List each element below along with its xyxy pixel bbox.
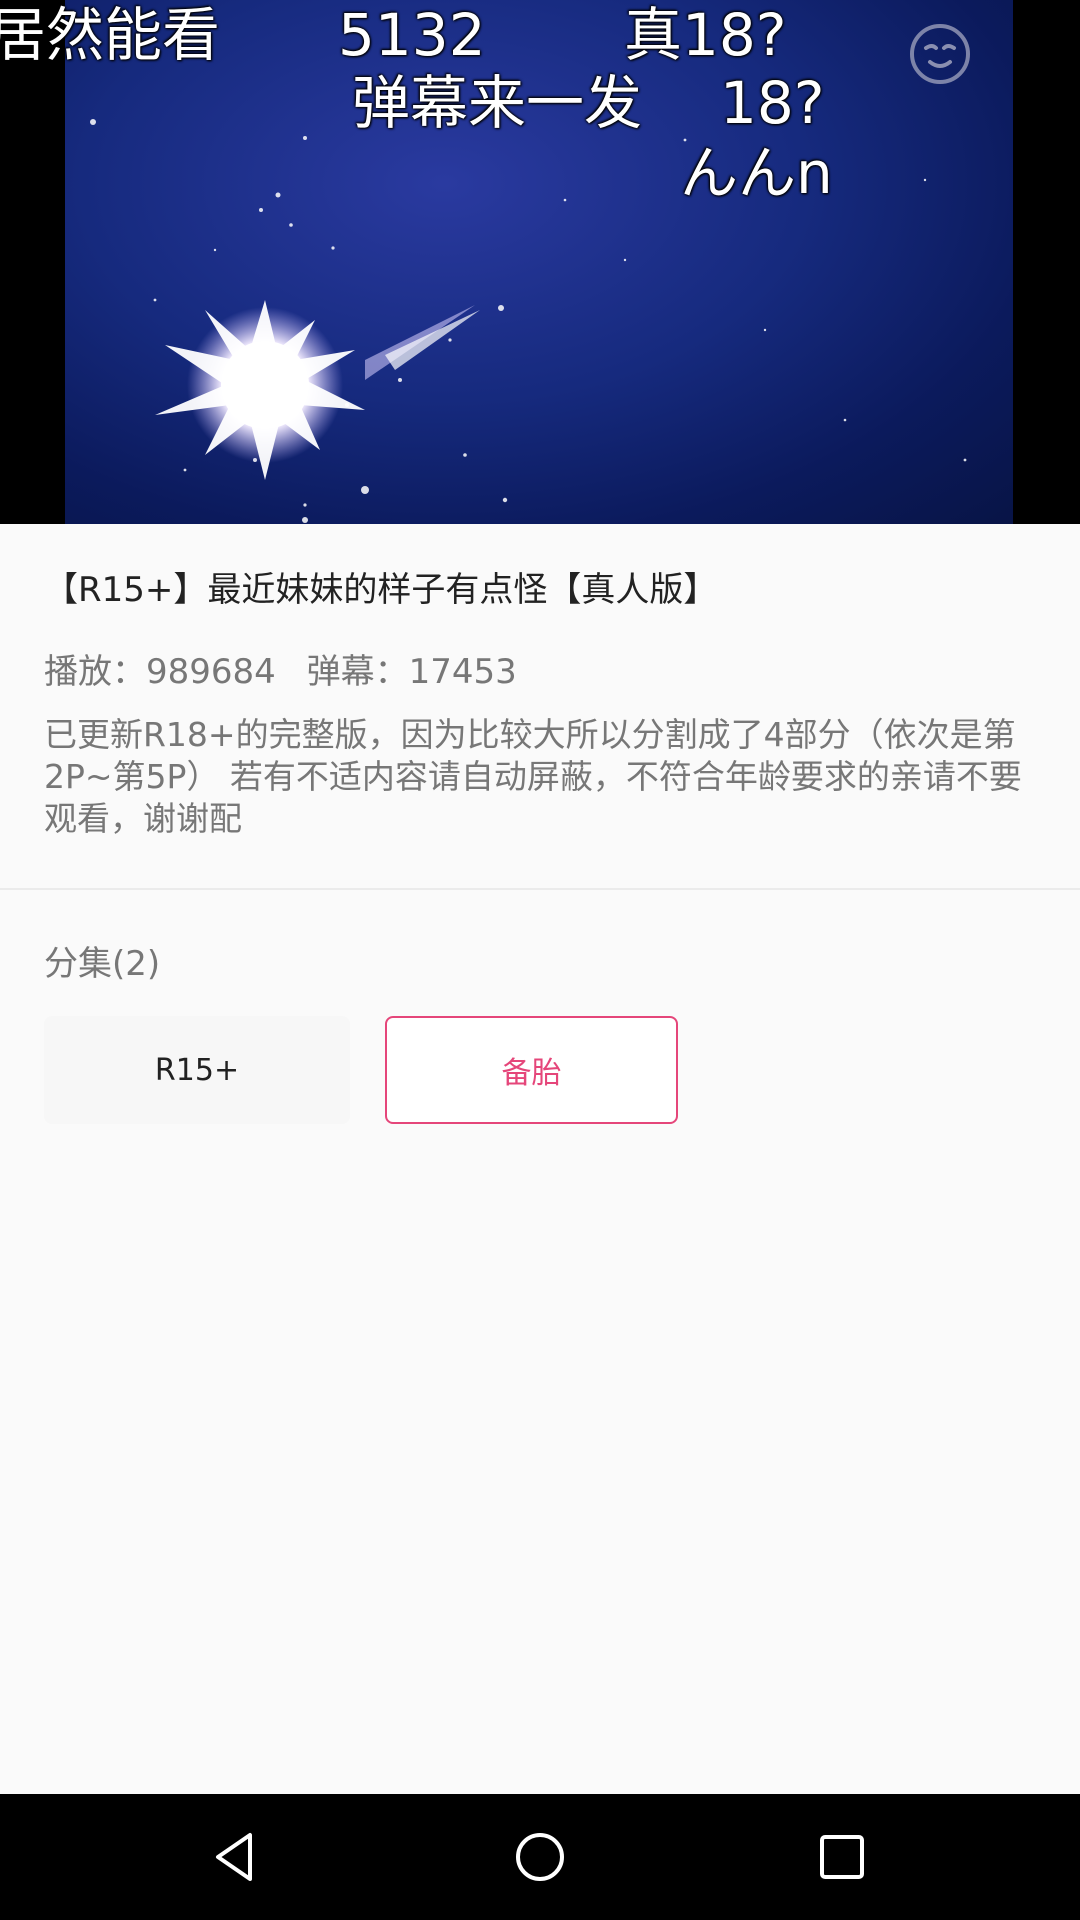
episodes-label: 分集(2)	[44, 944, 161, 984]
video-stats: 播放：989684 弹幕：17453	[44, 644, 537, 693]
danmaku-comment: 居然能看	[0, 1, 221, 69]
back-icon[interactable]	[208, 1827, 268, 1887]
play-count: 播放：989684	[44, 652, 276, 692]
recents-icon[interactable]	[812, 1827, 872, 1887]
danmaku-count: 弹幕：17453	[306, 652, 517, 692]
episode-button-backup[interactable]: 备胎	[385, 1016, 678, 1124]
video-player[interactable]: 居然能看 5132 真18? 弹幕来一发 18? んんn	[0, 0, 1080, 524]
video-title: 【R15+】最近妹妹的样子有点怪【真人版】	[44, 570, 718, 610]
emoji-face-icon[interactable]	[908, 22, 972, 86]
danmaku-comment: 真18?	[624, 1, 787, 69]
danmaku-comment: 弹幕来一发	[352, 69, 643, 137]
danmaku-comment: 18?	[720, 69, 825, 137]
danmaku-comment: んんn	[680, 139, 833, 207]
home-icon[interactable]	[510, 1827, 570, 1887]
episode-button-r15[interactable]: R15+	[44, 1016, 350, 1124]
navigation-bar	[0, 1794, 1080, 1920]
divider	[0, 888, 1080, 890]
danmaku-comment: 5132	[338, 1, 486, 69]
video-description: 已更新R18+的完整版，因为比较大所以分割成了4部分（依次是第2P~第5P） 若…	[44, 715, 1022, 838]
